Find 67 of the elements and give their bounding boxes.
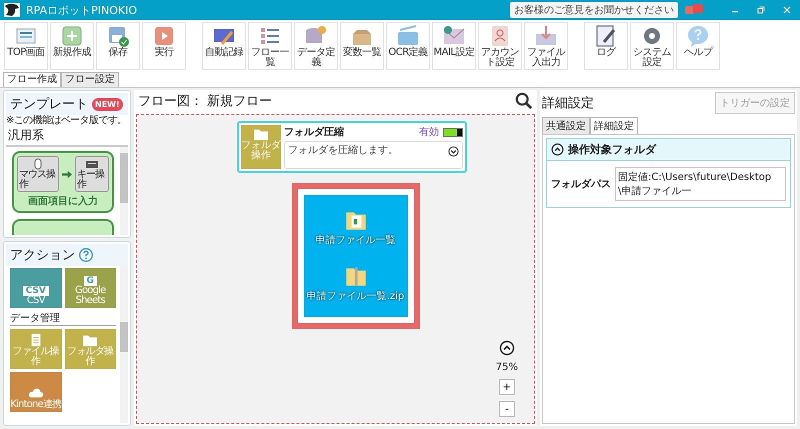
field-label: フォルダパス	[551, 178, 611, 191]
tab[interactable]: フロー設定	[61, 72, 119, 87]
chevron-down-icon[interactable]	[448, 146, 459, 157]
toolbar-button[interactable]: TOP画面	[4, 22, 48, 70]
toolbar-button[interactable]: 自動記録	[202, 22, 246, 70]
template-tile[interactable]: マウス操作 キー操作 画面項目に入力	[12, 151, 114, 213]
tab[interactable]: 詳細設定	[590, 117, 638, 134]
toolbar-button[interactable]: 変数一覧	[340, 22, 384, 70]
toolbar-button[interactable]: フロー一覧	[248, 22, 292, 70]
panel-title: テンプレート	[10, 96, 88, 113]
toolbar-button[interactable]: 新規作成	[50, 22, 94, 70]
file-name: 申請ファイル一覧.zip	[306, 290, 404, 303]
toolbar-button[interactable]: ログ	[584, 22, 628, 70]
keyboard-operation-icon: キー操作	[74, 156, 109, 192]
file-name: 申請ファイル一覧	[316, 234, 396, 247]
cloud-icon	[26, 386, 45, 400]
plus-icon	[60, 24, 84, 48]
help-icon	[686, 24, 710, 48]
folder-operation-icon: フォルダ操作	[241, 125, 281, 169]
details-title: 詳細設定	[542, 95, 594, 112]
category-heading: 汎用系	[6, 126, 128, 147]
toolbar-button[interactable]: OCR定義	[386, 22, 430, 70]
download-tray-icon	[534, 24, 558, 48]
zoom-out-button[interactable]: -	[498, 401, 515, 417]
document-icon: G	[84, 276, 97, 286]
node-title: フォルダ圧縮	[284, 126, 345, 139]
arrow-icon	[62, 170, 72, 178]
notepad-pencil-icon	[594, 24, 618, 48]
search-icon[interactable]	[515, 92, 533, 110]
zoom-in-button[interactable]: +	[498, 379, 515, 395]
toolbar-button[interactable]: MAIL設定	[432, 22, 476, 70]
document-icon: CSV	[22, 286, 49, 296]
help-icon[interactable]	[79, 248, 93, 262]
tab[interactable]: 共通設定	[542, 117, 590, 134]
close-icon[interactable]	[782, 5, 792, 15]
window-title: RPAロボットPINOKIO	[26, 2, 137, 18]
toolbar-button[interactable]: データ定義	[294, 22, 338, 70]
scrollbar[interactable]	[120, 147, 128, 235]
folder-icon	[81, 333, 100, 347]
toolbar-button[interactable]: システム設定	[630, 22, 674, 70]
section-heading: データ管理	[10, 311, 116, 326]
beta-note: ※この機能はベータ版です。	[6, 115, 128, 126]
scrollbar[interactable]	[120, 266, 128, 423]
enable-toggle[interactable]	[443, 128, 463, 136]
floppy-disk-icon	[106, 24, 130, 48]
panel-title: アクション	[10, 247, 75, 264]
play-icon	[152, 24, 176, 48]
collapse-icon[interactable]	[551, 143, 564, 156]
input-field[interactable]: 固定値:C:\Users\future\Desktop\申請ファイル一	[615, 167, 786, 201]
node-description: フォルダを圧縮します。	[288, 144, 398, 157]
section-title: 操作対象フォルダ	[568, 142, 656, 157]
mouse-operation-icon: マウス操作	[17, 156, 59, 192]
section-header[interactable]: 操作対象フォルダ	[547, 139, 790, 161]
zoom-level: 75%	[496, 362, 518, 373]
toolbar-button[interactable]: アカウント設定	[478, 22, 522, 70]
restore-icon[interactable]	[756, 5, 766, 15]
app-logo-icon	[4, 3, 20, 17]
toolbar-button[interactable]: 保存	[96, 22, 140, 70]
status-label: 有効	[419, 126, 439, 139]
chevron-up-icon[interactable]	[498, 340, 515, 356]
toolbar-button[interactable]: ファイル入出力	[524, 22, 568, 70]
tab[interactable]: フロー作成	[3, 72, 61, 87]
flow-title: フロー図： 新規フロー	[138, 93, 272, 110]
feedback-link[interactable]: お客様のご意見をお聞かせください	[510, 2, 678, 18]
toolbar-button[interactable]: ヘルプ	[676, 22, 720, 70]
new-badge: NEW!	[92, 98, 123, 110]
toolbar-button[interactable]: 実行	[142, 22, 186, 70]
